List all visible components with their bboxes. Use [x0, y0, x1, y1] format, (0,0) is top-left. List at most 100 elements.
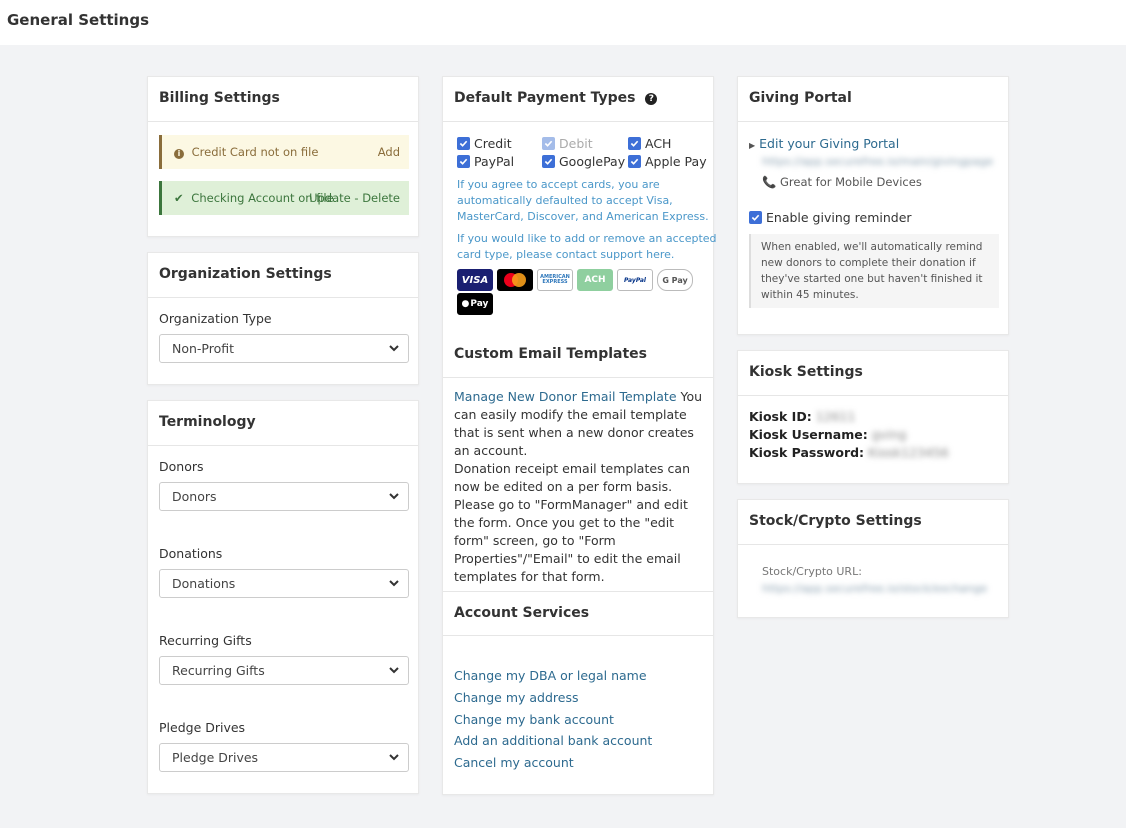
stock-url-value[interactable]: https://app.securefree.io/stock/exchange — [762, 582, 987, 595]
checkbox-checked-icon — [628, 137, 641, 150]
visa-text: VISA — [461, 274, 489, 286]
giving-reminder-checkbox[interactable]: Enable giving reminder — [749, 210, 912, 225]
kiosk-password-value: Kiosk123456 — [868, 445, 949, 460]
kiosk-settings-card: Kiosk Settings Kiosk ID: 12611 Kiosk User… — [737, 350, 1009, 484]
cancel-account-link[interactable]: Cancel my account — [454, 755, 574, 770]
donations-label: Donations — [159, 546, 223, 561]
donations-select[interactable]: Donations — [159, 569, 409, 598]
checking-account-alert: ✔ Checking Account on file Update - Dele… — [159, 181, 409, 215]
amex-text: AMERICAN EXPRESS — [540, 274, 570, 285]
ach-checkbox[interactable]: ACH — [628, 136, 671, 151]
email-templates-title: Custom Email Templates — [443, 333, 713, 378]
donations-value: Donations — [172, 576, 236, 591]
recurring-gifts-select[interactable]: Recurring Gifts — [159, 656, 409, 685]
billing-settings-card: Billing Settings i Credit Card not on fi… — [147, 76, 419, 237]
kiosk-settings-title: Kiosk Settings — [738, 351, 1008, 396]
pledge-drives-label: Pledge Drives — [159, 720, 246, 735]
stock-crypto-card: Stock/Crypto Settings Stock/Crypto URL: … — [737, 499, 1009, 618]
credit-card-alert: i Credit Card not on file Add — [159, 135, 409, 169]
giving-portal-url[interactable]: https://app.securefree.io/main/givingpag… — [762, 155, 993, 168]
organization-type-select[interactable]: Non-Profit — [159, 334, 409, 363]
ach-card-icon: ACH — [577, 269, 613, 291]
kiosk-id-row: Kiosk ID: 12611 — [749, 409, 855, 424]
checkbox-checked-icon — [628, 155, 641, 168]
paypal-card-icon: PayPal — [617, 269, 653, 291]
recurring-gifts-label: Recurring Gifts — [159, 633, 252, 648]
chevron-down-icon — [389, 580, 399, 587]
add-bank-account-link[interactable]: Add an additional bank account — [454, 733, 652, 748]
payment-types-title-text: Default Payment Types — [454, 90, 636, 106]
donors-label: Donors — [159, 459, 204, 474]
giving-portal-title: Giving Portal — [738, 77, 1008, 122]
change-bank-account-link[interactable]: Change my bank account — [454, 712, 614, 727]
kiosk-id-value: 12611 — [815, 409, 856, 424]
mobile-note-row: 📞 Great for Mobile Devices — [762, 175, 922, 189]
middle-column-card: Default Payment Types ? Credit Debit ACH… — [442, 76, 717, 795]
donors-value: Donors — [172, 489, 217, 504]
receipt-template-note: Donation receipt email templates can now… — [454, 461, 690, 584]
googlepay-checkbox[interactable]: GooglePay — [542, 154, 625, 169]
checkbox-checked-icon — [542, 137, 555, 150]
mastercard-circles-icon — [504, 273, 526, 287]
giving-reminder-label: Enable giving reminder — [766, 210, 912, 225]
page-title: General Settings — [7, 11, 150, 29]
ach-label: ACH — [645, 136, 672, 151]
caret-right-icon: ▶ — [749, 141, 756, 150]
apple-icon: ● — [461, 299, 470, 309]
account-services-title: Account Services — [443, 591, 713, 636]
paypal-checkbox[interactable]: PayPal — [457, 154, 514, 169]
kiosk-username-value: gving — [871, 427, 907, 442]
contact-support-info[interactable]: If you would like to add or remove an ac… — [457, 231, 719, 263]
phone-icon: 📞 — [762, 175, 777, 189]
googlepay-text: G Pay — [662, 275, 688, 285]
kiosk-password-row: Kiosk Password: Kiosk123456 — [749, 445, 949, 460]
stock-crypto-title: Stock/Crypto Settings — [738, 500, 1008, 545]
billing-settings-title: Billing Settings — [148, 77, 418, 122]
giving-portal-card: Giving Portal ▶ Edit your Giving Portal … — [737, 76, 1009, 335]
pledge-drives-select[interactable]: Pledge Drives — [159, 743, 409, 772]
paypal-text: PayPal — [624, 276, 646, 284]
help-icon[interactable]: ? — [645, 93, 658, 105]
donors-select[interactable]: Donors — [159, 482, 409, 511]
edit-giving-portal-link[interactable]: Edit your Giving Portal — [759, 136, 899, 151]
organization-type-label: Organization Type — [159, 311, 272, 326]
edit-portal-row: ▶ Edit your Giving Portal — [749, 136, 899, 151]
ach-text: ACH — [584, 275, 606, 285]
add-card-link[interactable]: Add — [378, 145, 400, 159]
manage-donor-template-link[interactable]: Manage New Donor Email Template — [454, 389, 677, 404]
check-icon: ✔ — [174, 191, 184, 205]
new-donor-template-desc: Manage New Donor Email Template You can … — [454, 388, 710, 460]
chevron-down-icon — [389, 667, 399, 674]
mastercard-icon — [497, 269, 533, 291]
info-icon: i — [174, 149, 184, 159]
recurring-gifts-value: Recurring Gifts — [172, 663, 265, 678]
pledge-drives-value: Pledge Drives — [172, 750, 259, 765]
amex-card-icon: AMERICAN EXPRESS — [537, 269, 573, 291]
organization-settings-title: Organization Settings — [148, 253, 418, 298]
change-dba-link[interactable]: Change my DBA or legal name — [454, 668, 647, 683]
terminology-title: Terminology — [148, 401, 418, 446]
chevron-down-icon — [389, 754, 399, 761]
checking-actions-link[interactable]: Update - Delete — [309, 191, 400, 205]
terminology-card: Terminology Donors Donors Donations Dona… — [147, 400, 419, 794]
credit-checkbox[interactable]: Credit — [457, 136, 512, 151]
kiosk-password-label: Kiosk Password: — [749, 445, 865, 460]
debit-checkbox: Debit — [542, 136, 593, 151]
checkbox-checked-icon — [457, 155, 470, 168]
googlepay-label: GooglePay — [559, 154, 626, 169]
payment-types-title: Default Payment Types ? — [443, 77, 713, 122]
organization-type-value: Non-Profit — [172, 341, 235, 356]
change-address-link[interactable]: Change my address — [454, 690, 579, 705]
organization-settings-card: Organization Settings Organization Type … — [147, 252, 419, 385]
checkbox-checked-icon — [457, 137, 470, 150]
paypal-label: PayPal — [474, 154, 515, 169]
applepay-checkbox[interactable]: Apple Pay — [628, 154, 707, 169]
debit-label: Debit — [559, 136, 593, 151]
credit-label: Credit — [474, 136, 512, 151]
top-bar: General Settings — [0, 0, 1126, 45]
applepay-card-icon: ● Pay — [457, 293, 493, 315]
reminder-description: When enabled, we'll automatically remind… — [749, 234, 999, 308]
chevron-down-icon — [389, 345, 399, 352]
kiosk-username-row: Kiosk Username: gving — [749, 427, 906, 442]
checkbox-checked-icon — [542, 155, 555, 168]
